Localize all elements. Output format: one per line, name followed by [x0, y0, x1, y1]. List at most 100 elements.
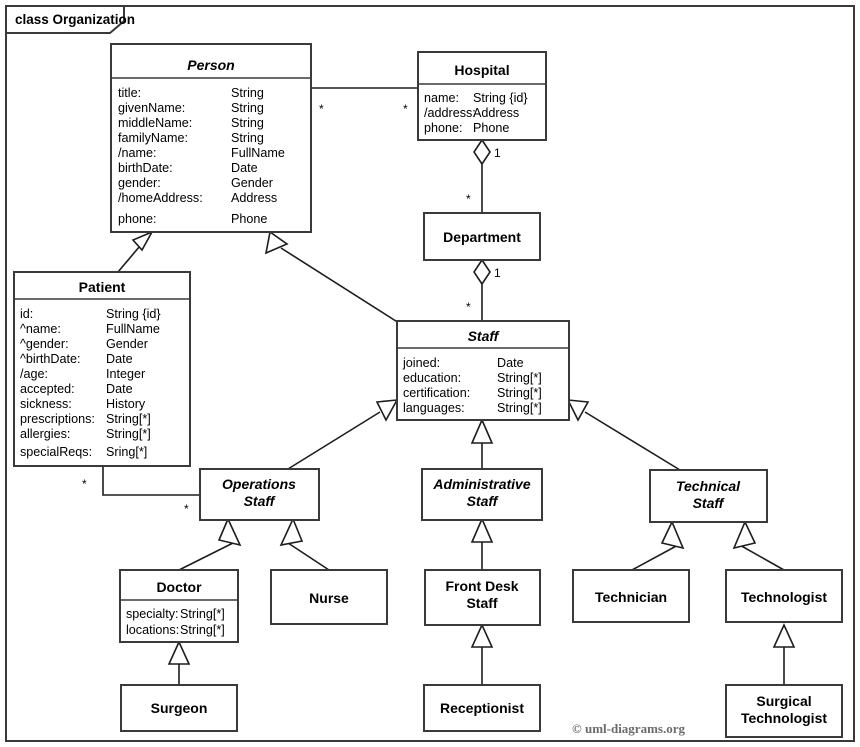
- class-person-attr-4-name: /name:: [118, 146, 157, 160]
- class-staff-attr-2-type: String[*]: [497, 386, 542, 400]
- class-doctor-attr-1-type: String[*]: [180, 623, 225, 637]
- class-administrative-staff[interactable]: Administrative Staff: [421, 468, 543, 521]
- class-staff-attr-3-type: String[*]: [497, 401, 542, 415]
- class-person-attr-6-name: gender:: [118, 176, 161, 190]
- class-person-attr-8-type: Phone: [231, 212, 267, 226]
- mult-patient-operations-patient-end: *: [82, 477, 87, 491]
- class-patient-attr-3-type: Date: [106, 352, 133, 366]
- gen-arrow-receptionist-frontdesk: [470, 623, 494, 648]
- class-operations-staff[interactable]: Operations Staff: [199, 468, 320, 521]
- class-patient-attr-5-type: Date: [106, 382, 133, 396]
- uml-class-diagram: class Organization * * 1 * 1 * * * Perso…: [0, 0, 860, 747]
- class-hospital-attr-0-name: name:: [424, 91, 459, 105]
- class-patient-attr-2-type: Gender: [106, 337, 148, 351]
- class-hospital-attr-2-type: Phone: [473, 121, 509, 135]
- class-hospital-attr-2-name: phone:: [424, 121, 463, 135]
- class-technologist[interactable]: Technologist: [725, 569, 843, 623]
- gen-arrow-nurse-operations: [279, 516, 304, 547]
- class-staff-attr-2-name: certification:: [403, 386, 470, 400]
- class-staff-attr-1-type: String[*]: [497, 371, 542, 385]
- class-patient-attr-7-type: String[*]: [106, 412, 151, 426]
- class-doctor-attr-0-name: specialty:: [126, 607, 179, 621]
- class-surgical-technologist[interactable]: Surgical Technologist: [725, 684, 843, 738]
- gen-arrow-technical-staff: [566, 399, 590, 422]
- class-person-attr-2-name: middleName:: [118, 116, 192, 130]
- class-receptionist[interactable]: Receptionist: [423, 684, 541, 732]
- class-patient-attr-4-type: Integer: [106, 367, 145, 381]
- class-person-attr-0-type: String: [231, 86, 264, 100]
- class-patient-attr-0-name: id:: [20, 307, 33, 321]
- class-department[interactable]: Department: [423, 212, 541, 261]
- class-person-attr-1-name: givenName:: [118, 101, 185, 115]
- class-patient-attr-1-type: FullName: [106, 322, 160, 336]
- class-front-desk-staff[interactable]: Front Desk Staff: [424, 569, 541, 626]
- class-patient-attr-7-name: prescriptions:: [20, 412, 95, 426]
- class-staff-attr-1-name: education:: [403, 371, 461, 385]
- class-front-desk-staff-title-line2: Staff: [466, 595, 497, 611]
- class-technical-staff[interactable]: Technical Staff: [649, 469, 768, 523]
- aggregation-diamond-department: [473, 258, 491, 286]
- class-staff-attr-3-name: languages:: [403, 401, 465, 415]
- mult-patient-operations-staff-end: *: [184, 502, 189, 516]
- class-doctor[interactable]: Doctor specialty: String[*] locations: S…: [119, 569, 239, 643]
- gen-arrow-frontdesk-administrative: [470, 516, 494, 543]
- mult-hospital-department-hospital-end: 1: [494, 146, 501, 160]
- class-hospital[interactable]: Hospital name: String {id} /address: Add…: [417, 51, 547, 141]
- class-patient-attr-9-type: Sring[*]: [106, 445, 147, 459]
- gen-arrow-doctor-operations: [217, 517, 242, 547]
- class-person[interactable]: Person title: String givenName: String m…: [110, 43, 312, 233]
- class-patient-attr-3-name: ^birthDate:: [20, 352, 81, 366]
- class-patient-attr-8-name: allergies:: [20, 427, 70, 441]
- class-staff-attr-0-name: joined:: [402, 356, 440, 370]
- mult-hospital-department-department-end: *: [466, 192, 471, 206]
- class-administrative-staff-title-line2: Staff: [467, 493, 499, 509]
- class-nurse-title: Nurse: [309, 590, 349, 606]
- class-hospital-title: Hospital: [454, 62, 509, 78]
- class-staff[interactable]: Staff joined: Date education: String[*] …: [396, 320, 570, 421]
- class-patient-attr-0-type: String {id}: [106, 307, 161, 321]
- class-patient-attr-1-name: ^name:: [20, 322, 61, 336]
- class-person-attr-0-name: title:: [118, 86, 141, 100]
- class-patient[interactable]: Patient id: String {id} ^name: FullName …: [13, 271, 191, 467]
- mult-person-hospital-person-end: *: [319, 102, 324, 116]
- gen-line-technical-staff: [584, 411, 681, 471]
- class-doctor-attr-0-type: String[*]: [180, 607, 225, 621]
- class-technician-title: Technician: [595, 589, 667, 605]
- class-doctor-title: Doctor: [156, 579, 202, 595]
- gen-arrow-technician-technical: [660, 520, 685, 550]
- class-patient-attr-9-name: specialReqs:: [20, 445, 92, 459]
- gen-arrow-surgeon-doctor: [167, 640, 191, 665]
- gen-arrow-surgicaltech-technologist: [772, 623, 796, 648]
- class-surgical-technologist-title-line2: Technologist: [741, 710, 827, 726]
- gen-line-technologist-technical: [737, 543, 785, 571]
- class-patient-attr-8-type: String[*]: [106, 427, 151, 441]
- class-person-attr-7-type: Address: [231, 191, 277, 205]
- class-technician[interactable]: Technician: [572, 569, 690, 623]
- class-person-attr-3-name: familyName:: [118, 131, 188, 145]
- class-patient-attr-5-name: accepted:: [20, 382, 75, 396]
- aggregation-diamond-hospital: [473, 138, 491, 166]
- gen-line-operations-staff: [287, 411, 381, 470]
- mult-department-staff-staff-end: *: [466, 300, 471, 314]
- class-operations-staff-title-line2: Staff: [244, 493, 276, 509]
- class-hospital-attr-0-type: String {id}: [473, 91, 528, 105]
- frame-label: class Organization: [15, 12, 135, 27]
- class-receptionist-title: Receptionist: [440, 700, 524, 716]
- class-person-attr-6-type: Gender: [231, 176, 273, 190]
- class-staff-title: Staff: [468, 328, 500, 344]
- gen-arrow-operations-staff: [375, 399, 399, 422]
- class-person-attr-4-type: FullName: [231, 146, 285, 160]
- class-patient-attr-6-name: sickness:: [20, 397, 72, 411]
- class-person-attr-3-type: String: [231, 131, 264, 145]
- class-person-title: Person: [187, 57, 234, 73]
- class-surgeon[interactable]: Surgeon: [120, 684, 238, 732]
- class-hospital-attr-1-name: /address:: [424, 106, 476, 120]
- class-person-attr-2-type: String: [231, 116, 264, 130]
- class-front-desk-staff-title-line1: Front Desk: [445, 578, 518, 594]
- class-doctor-attr-1-name: locations:: [126, 623, 179, 637]
- gen-line-nurse-operations: [284, 540, 330, 571]
- class-person-attr-8-name: phone:: [118, 212, 157, 226]
- class-patient-attr-4-name: /age:: [20, 367, 48, 381]
- class-nurse[interactable]: Nurse: [270, 569, 388, 625]
- assoc-patient-operations-staff: [102, 466, 200, 496]
